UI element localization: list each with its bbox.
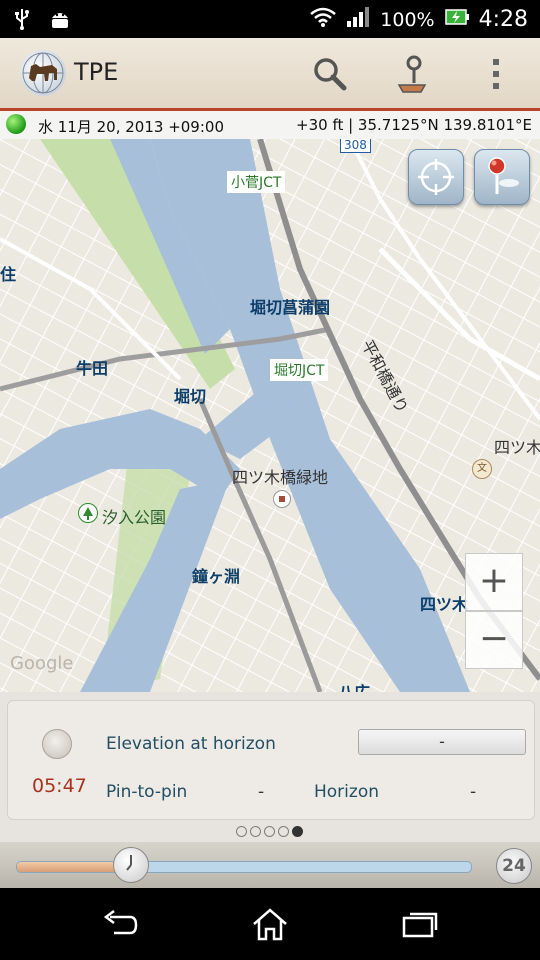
overflow-menu-button[interactable] xyxy=(474,52,518,96)
sun-clock-icon xyxy=(42,729,72,759)
usb-icon xyxy=(14,8,30,34)
pin-to-pin-value: - xyxy=(258,782,265,802)
app-logo-icon[interactable] xyxy=(20,50,66,96)
time-slider-bar: 24 xyxy=(0,842,540,888)
map-label-sumi: 住 xyxy=(0,265,17,284)
map-label-yotsugi-edge: 四ツ木 xyxy=(494,438,540,457)
home-button[interactable] xyxy=(240,904,300,944)
map-view[interactable]: 小菅JCT 308 堀切菖蒲園 平和橋通り 堀切JCT 牛田 堀切 四ツ木橋緑地… xyxy=(0,139,540,692)
pin-map-button[interactable] xyxy=(390,52,434,96)
page-dot[interactable] xyxy=(264,826,275,837)
info-bar: 水 11月 20, 2013 +09:00 +30 ft | 35.7125°N… xyxy=(0,111,540,140)
my-location-button[interactable] xyxy=(408,149,464,205)
pin-map-icon xyxy=(397,55,427,93)
page-dot[interactable] xyxy=(292,826,303,837)
landmark-marker-icon xyxy=(273,490,291,508)
drop-pin-button[interactable] xyxy=(474,149,530,205)
recents-icon xyxy=(402,912,438,938)
back-icon xyxy=(103,910,138,935)
map-label-horikiri: 堀切 xyxy=(174,387,207,406)
crosshair-icon xyxy=(418,159,454,195)
android-debug-icon xyxy=(48,8,72,34)
map-label-yatsuhiro: 八広 xyxy=(338,679,370,692)
elevation-value-field[interactable]: - xyxy=(358,729,526,755)
status-bar: 100% 4:28 xyxy=(0,0,540,38)
horizon-value: - xyxy=(470,782,477,802)
recents-button[interactable] xyxy=(390,904,450,944)
school-marker-icon: 文 xyxy=(472,459,492,479)
24h-mode-button[interactable]: 24 xyxy=(496,848,532,884)
elevation-label: Elevation at horizon xyxy=(106,734,276,754)
search-icon xyxy=(314,58,347,91)
map-label-shiohairi-park: 汐入公園 xyxy=(102,508,167,527)
clock-icon xyxy=(125,855,132,871)
battery-charging-icon xyxy=(444,8,469,31)
info-panel[interactable]: 05:47 Elevation at horizon - Pin-to-pin … xyxy=(0,692,540,842)
page-dot[interactable] xyxy=(278,826,289,837)
time-slider-track[interactable] xyxy=(16,861,472,873)
map-label-yotsugi-greens: 四ツ木橋緑地 xyxy=(232,468,329,487)
clock-time: 4:28 xyxy=(478,7,528,32)
zoom-in-button[interactable]: + xyxy=(465,553,523,611)
google-watermark: Google xyxy=(10,653,74,674)
navigation-bar xyxy=(0,888,540,960)
map-label-kosuge-jct: 小菅JCT xyxy=(227,171,286,193)
map-pin-icon xyxy=(488,157,519,194)
gps-status-icon xyxy=(6,114,26,134)
page-dot[interactable] xyxy=(236,826,247,837)
action-bar: TPE xyxy=(0,38,540,111)
overflow-menu-icon xyxy=(493,59,499,89)
battery-percent: 100% xyxy=(380,8,435,31)
location-readout: +30 ft | 35.7125°N 139.8101°E xyxy=(296,116,532,134)
page-dot[interactable] xyxy=(250,826,261,837)
map-route-shield: 308 xyxy=(340,139,371,153)
event-time: 05:47 xyxy=(32,775,87,797)
wifi-icon xyxy=(310,6,337,33)
park-marker-icon xyxy=(78,503,98,523)
time-slider-knob[interactable] xyxy=(112,847,149,883)
pin-to-pin-label: Pin-to-pin xyxy=(106,782,188,802)
home-icon xyxy=(253,908,287,941)
map-label-horikiri-jct: 堀切JCT xyxy=(270,359,329,381)
date-label[interactable]: 水 11月 20, 2013 +09:00 xyxy=(38,116,224,137)
map-label-horikiri-shobuen: 堀切菖蒲園 xyxy=(250,298,331,317)
map-label-kanegafuchi: 鐘ヶ淵 xyxy=(192,567,241,586)
zoom-out-button[interactable]: − xyxy=(465,611,523,669)
horizon-label: Horizon xyxy=(314,782,379,802)
app-title: TPE xyxy=(74,58,119,86)
panel-card: 05:47 Elevation at horizon - Pin-to-pin … xyxy=(7,700,535,820)
search-button[interactable] xyxy=(308,52,352,96)
map-label-ushida: 牛田 xyxy=(76,359,109,378)
page-indicator[interactable] xyxy=(236,826,303,837)
signal-icon xyxy=(346,6,370,33)
back-button[interactable] xyxy=(90,904,150,944)
map-label-yotsugi-right: 四ツ木 xyxy=(420,595,469,614)
